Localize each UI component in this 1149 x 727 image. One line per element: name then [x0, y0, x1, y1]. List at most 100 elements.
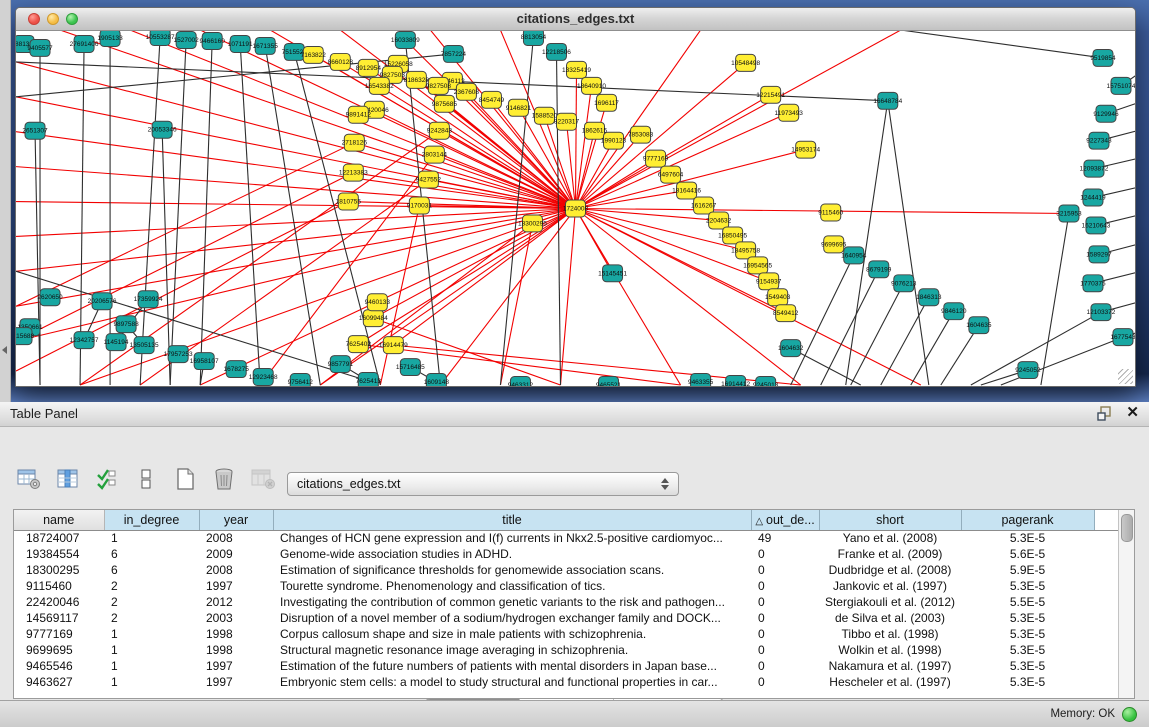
graph-node[interactable]: 11973493: [774, 104, 803, 121]
graph-node[interactable]: 9857791: [328, 356, 354, 373]
graph-node[interactable]: 9465521: [596, 377, 622, 386]
graph-node[interactable]: 9699695: [821, 236, 847, 253]
table-cell[interactable]: Hescheler et al. (1997): [819, 674, 961, 690]
table-cell[interactable]: 2003: [199, 610, 273, 626]
graph-node[interactable]: 10553287: [146, 31, 175, 45]
graph-node[interactable]: 7163822: [301, 46, 327, 63]
table-cell[interactable]: 0: [751, 642, 819, 658]
graph-node[interactable]: 8679199: [866, 261, 892, 278]
table-cell[interactable]: 5.3E-5: [961, 626, 1094, 642]
graph-node[interactable]: 2718126: [342, 134, 368, 151]
table-cell[interactable]: Franke et al. (2009): [819, 546, 961, 562]
table-row[interactable]: 969969511998Structural magnetic resonanc…: [14, 642, 1118, 658]
table-cell[interactable]: 2008: [199, 562, 273, 578]
graph-node[interactable]: 2803144: [422, 146, 448, 163]
graph-node[interactable]: 1609148: [424, 374, 450, 386]
table-cell[interactable]: 18724007: [14, 530, 104, 546]
graph-node[interactable]: 9827508: [426, 77, 452, 94]
graph-node[interactable]: 20206576: [88, 293, 117, 310]
graph-node[interactable]: 12093872: [1080, 160, 1109, 177]
graph-node[interactable]: 1696117: [594, 94, 619, 111]
graph-node[interactable]: 1604632: [778, 340, 804, 357]
graph-node[interactable]: 12342757: [70, 332, 99, 349]
graph-node[interactable]: 9777169: [643, 150, 669, 167]
table-cell[interactable]: Structural magnetic resonance image aver…: [273, 642, 751, 658]
table-cell[interactable]: Estimation of the future numbers of pati…: [273, 658, 751, 674]
graph-node[interactable]: 2651307: [22, 122, 48, 139]
table-row[interactable]: 1938455462009Genome-wide association stu…: [14, 546, 1118, 562]
graph-node[interactable]: 17359924: [134, 291, 163, 308]
graph-node[interactable]: 1677543: [1110, 329, 1135, 346]
column-header-title[interactable]: title: [273, 510, 751, 530]
graph-node[interactable]: 2367608: [454, 83, 480, 100]
graph-node[interactable]: 8813054: [521, 31, 547, 45]
table-settings-icon[interactable]: [16, 467, 42, 491]
graph-node[interactable]: 12215491: [756, 86, 785, 103]
table-cell[interactable]: 6: [104, 562, 199, 578]
table-cell[interactable]: Genome-wide association studies in ADHD.: [273, 546, 751, 562]
column-header-in-degree[interactable]: in_degree: [104, 510, 199, 530]
table-cell[interactable]: Yano et al. (2008): [819, 530, 961, 546]
graph-node[interactable]: 9129946: [1093, 105, 1119, 122]
table-cell[interactable]: 5.6E-5: [961, 546, 1094, 562]
graph-node[interactable]: 9466160: [200, 32, 226, 49]
table-cell[interactable]: Wolkin et al. (1998): [819, 642, 961, 658]
graph-node[interactable]: 7625413: [356, 373, 382, 386]
table-cell[interactable]: 1: [104, 658, 199, 674]
graph-node[interactable]: 1244419: [1080, 189, 1106, 206]
delete-table-icon[interactable]: [211, 467, 237, 491]
column-header-year[interactable]: year: [199, 510, 273, 530]
node-table[interactable]: name in_degree year title △out_de... sho…: [14, 510, 1118, 690]
close-panel-icon[interactable]: ✕: [1126, 405, 1139, 421]
graph-node[interactable]: 3215953: [1056, 205, 1082, 222]
graph-node[interactable]: 9875685: [432, 95, 458, 112]
graph-node[interactable]: 1724008: [563, 200, 589, 217]
graph-node[interactable]: 1527002: [174, 31, 200, 48]
graph-node[interactable]: 1589297: [1086, 246, 1112, 263]
table-cell[interactable]: 5.3E-5: [961, 642, 1094, 658]
table-cell[interactable]: Corpus callosum shape and size in male p…: [273, 626, 751, 642]
split-pane-divider[interactable]: [0, 0, 11, 402]
graph-node[interactable]: 17957253: [164, 346, 193, 363]
graph-node[interactable]: 9756412: [288, 374, 314, 386]
table-cell[interactable]: 5.3E-5: [961, 674, 1094, 690]
table-cell[interactable]: Stergiakouli et al. (2012): [819, 594, 961, 610]
graph-node[interactable]: 1846313: [916, 289, 942, 306]
graph-node[interactable]: 18164416: [672, 182, 701, 199]
network-canvas[interactable]: 8881304940557727691406190513310553287152…: [16, 31, 1135, 386]
table-cell[interactable]: 1: [104, 674, 199, 690]
window-titlebar[interactable]: citations_edges.txt: [16, 8, 1135, 31]
table-cell[interactable]: 0: [751, 562, 819, 578]
table-cell[interactable]: 1997: [199, 658, 273, 674]
table-cell[interactable]: 2012: [199, 594, 273, 610]
table-cell[interactable]: 6: [104, 546, 199, 562]
graph-node[interactable]: 12218506: [542, 43, 571, 60]
column-header-name[interactable]: name: [14, 510, 104, 530]
table-cell[interactable]: Disruption of a novel member of a sodium…: [273, 610, 751, 626]
table-cell[interactable]: 2009: [199, 546, 273, 562]
graph-node[interactable]: 16210643: [1082, 217, 1111, 234]
graph-node[interactable]: 6497604: [658, 166, 684, 183]
table-cell[interactable]: Investigating the contribution of common…: [273, 594, 751, 610]
collapse-panel-arrow-icon[interactable]: [2, 346, 7, 354]
table-cell[interactable]: 1998: [199, 626, 273, 642]
table-cell[interactable]: 0: [751, 626, 819, 642]
table-row[interactable]: 946554611997Estimation of the future num…: [14, 658, 1118, 674]
table-row[interactable]: 977716911998Corpus callosum shape and si…: [14, 626, 1118, 642]
graph-node[interactable]: 20053346: [148, 121, 177, 138]
table-cell[interactable]: 1997: [199, 674, 273, 690]
graph-node[interactable]: 1549403: [765, 289, 791, 306]
citation-network-graph[interactable]: 8881304940557727691406190513310553287152…: [16, 31, 1135, 386]
graph-node[interactable]: 15145451: [598, 265, 627, 282]
graph-node[interactable]: 1810755: [336, 193, 362, 210]
table-cell[interactable]: de Silva et al. (2003): [819, 610, 961, 626]
table-cell[interactable]: 2008: [199, 530, 273, 546]
graph-node[interactable]: 9846120: [941, 303, 967, 320]
graph-node[interactable]: 9115460: [818, 204, 843, 221]
graph-node[interactable]: 1071191: [228, 35, 253, 52]
graph-node[interactable]: 7857224: [441, 45, 467, 62]
row-height-icon[interactable]: [133, 467, 159, 491]
graph-node[interactable]: 16914479: [379, 337, 408, 354]
table-cell[interactable]: 2: [104, 578, 199, 594]
scrollbar-thumb[interactable]: [1121, 514, 1133, 542]
